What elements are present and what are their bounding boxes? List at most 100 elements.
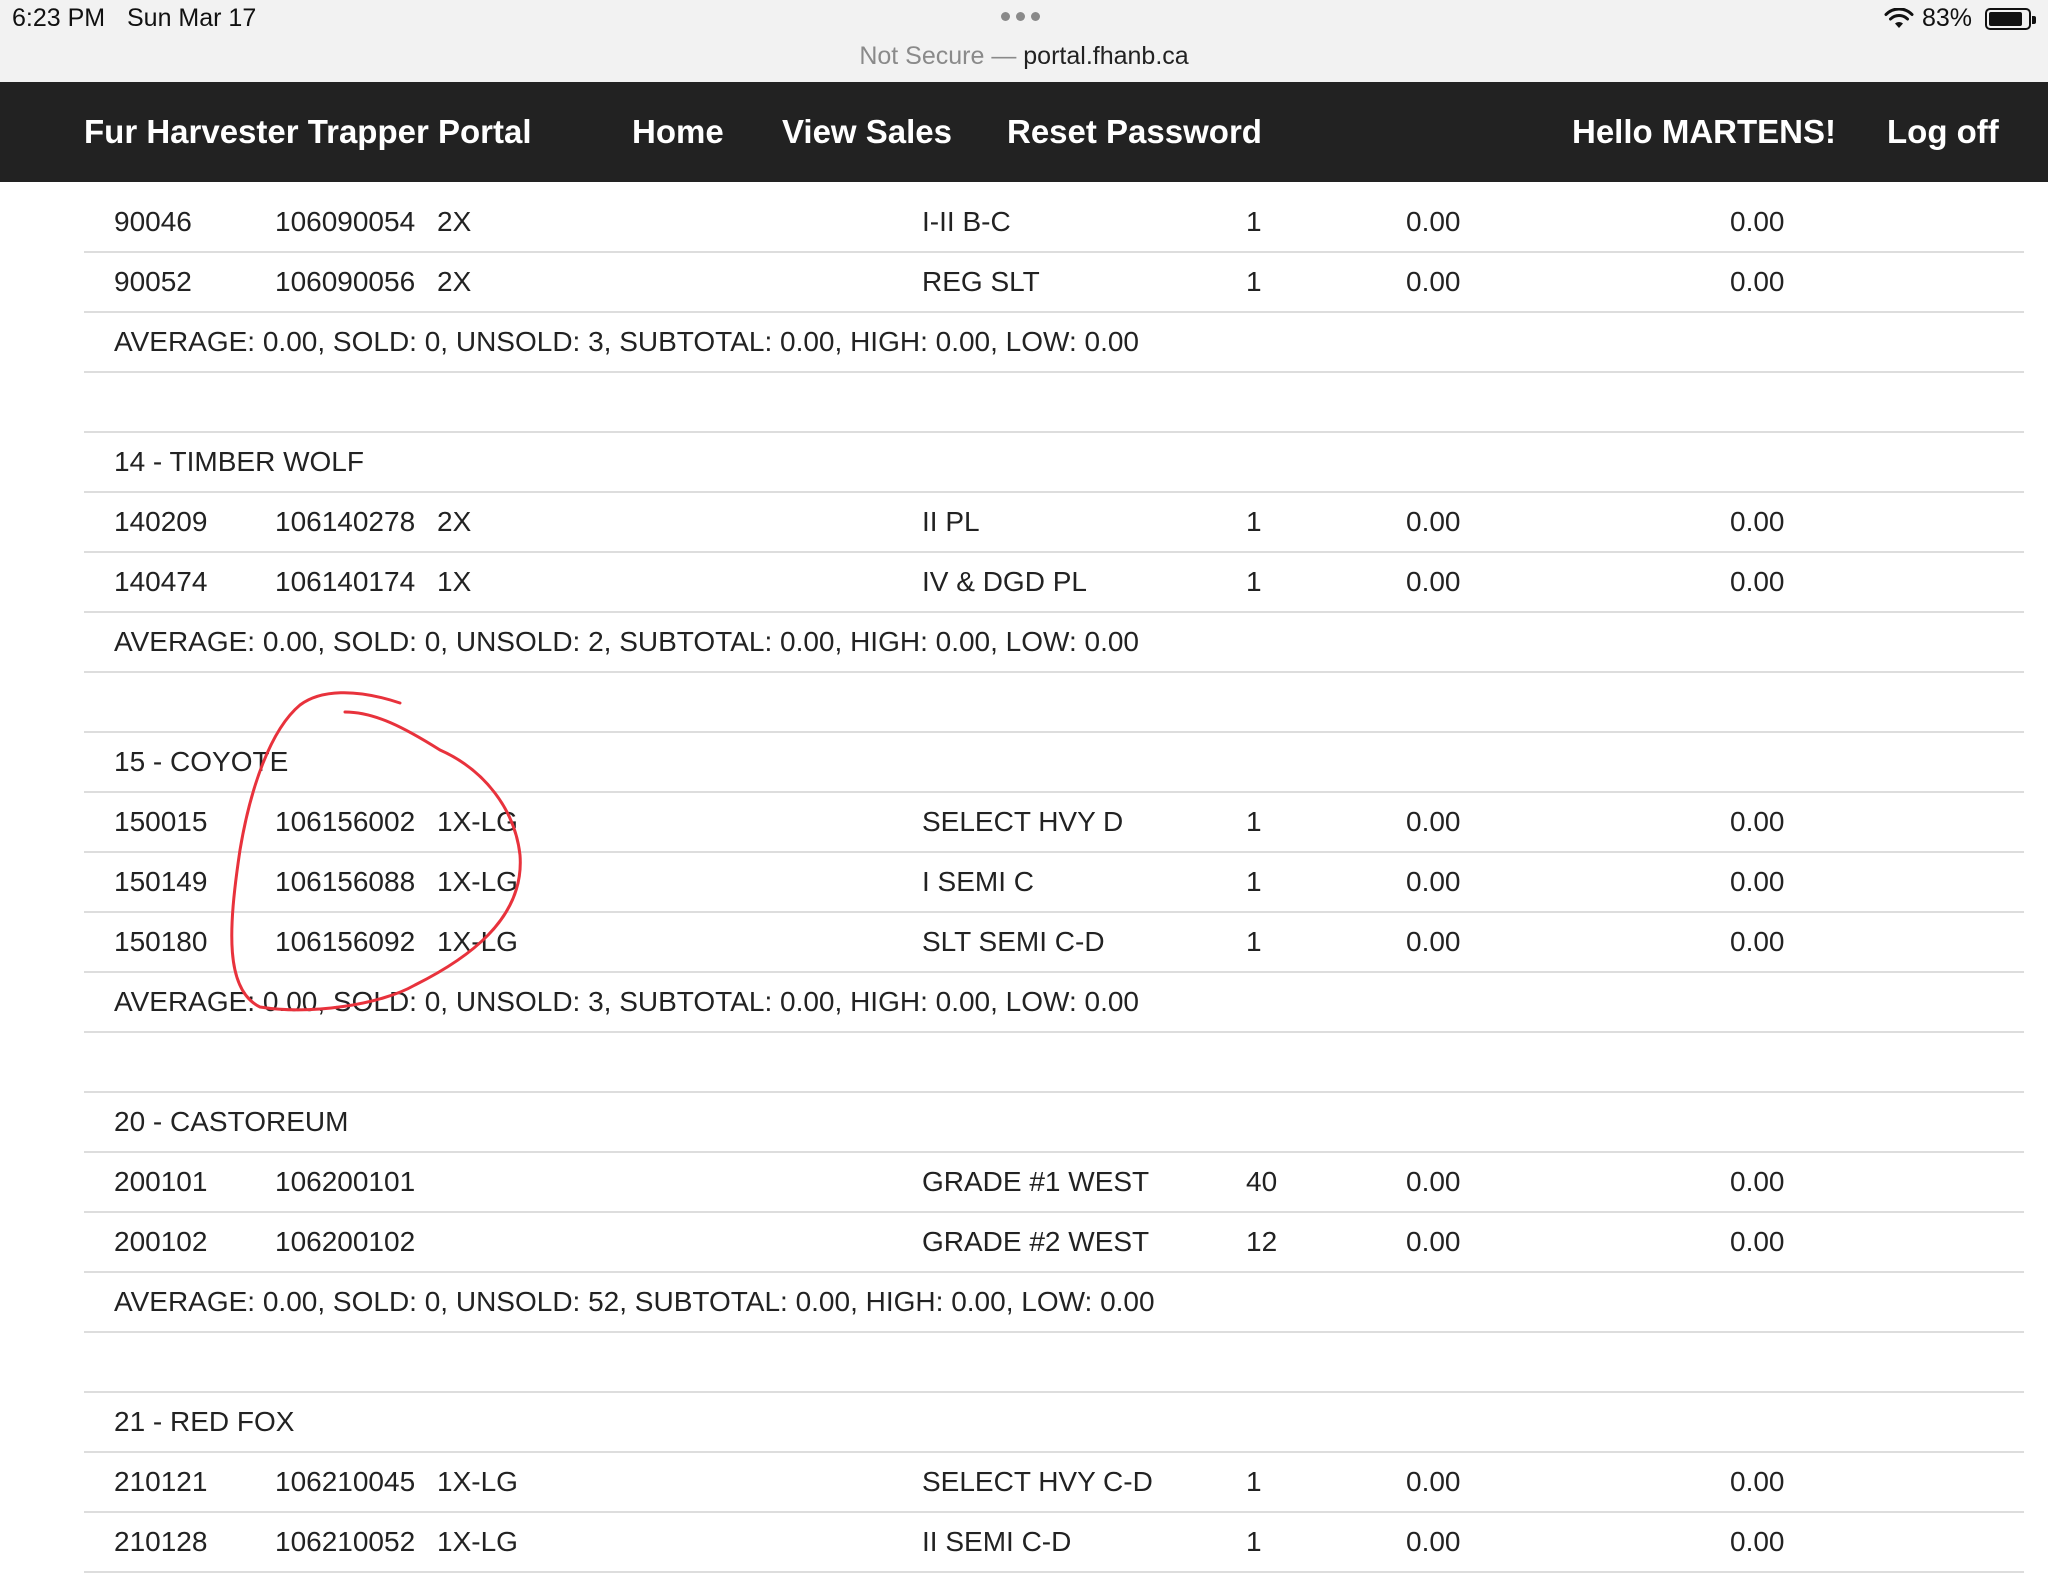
battery-percent: 83% bbox=[1922, 4, 1973, 32]
quantity-cell: 1 bbox=[1246, 1466, 1262, 1497]
size-cell: 1X-LG bbox=[437, 866, 518, 897]
lot-number-cell: 200101 bbox=[114, 1166, 208, 1197]
price-cell: 0.00 bbox=[1406, 1466, 1461, 1497]
tag-number-cell: 106090056 bbox=[275, 266, 416, 297]
grade-cell: I-II B-C bbox=[922, 206, 1011, 237]
species-title: 21 - RED FOX bbox=[114, 1406, 295, 1437]
total-cell: 0.00 bbox=[1730, 866, 1785, 897]
size-cell: 1X-LG bbox=[437, 1526, 518, 1557]
summary-row: AVERAGE: 0.00, SOLD: 0, UNSOLD: 2, SUBTO… bbox=[84, 613, 2024, 673]
price-cell: 0.00 bbox=[1406, 1526, 1461, 1557]
address-bar[interactable]: Not Secure — portal.fhanb.ca bbox=[0, 42, 2048, 71]
tag-number-cell: 106200101 bbox=[275, 1166, 416, 1197]
grade-cell: IV & DGD PL bbox=[922, 566, 1087, 597]
quantity-cell: 1 bbox=[1246, 1526, 1262, 1557]
tag-number-cell: 106090054 bbox=[275, 206, 416, 237]
tag-number-cell: 106140174 bbox=[275, 566, 416, 597]
species-title: 20 - CASTOREUM bbox=[114, 1106, 349, 1137]
quantity-cell: 1 bbox=[1246, 866, 1262, 897]
total-cell: 0.00 bbox=[1730, 506, 1785, 537]
total-cell: 0.00 bbox=[1730, 806, 1785, 837]
lot-number-cell: 210121 bbox=[114, 1466, 208, 1497]
price-cell: 0.00 bbox=[1406, 1166, 1461, 1197]
size-cell: 2X bbox=[437, 506, 472, 537]
table-row: 90052 106090056 2X REG SLT 1 0.00 0.00 bbox=[84, 253, 2024, 313]
total-cell: 0.00 bbox=[1730, 1526, 1785, 1557]
table-row: 150015 106156002 1X-LG SELECT HVY D 1 0.00 0.0… bbox=[84, 793, 2024, 853]
size-cell: 1X-LG bbox=[437, 926, 518, 957]
total-cell: 0.00 bbox=[1730, 1226, 1785, 1257]
logoff-link[interactable]: Log off bbox=[1887, 82, 1999, 182]
summary-text: AVERAGE: 0.00, SOLD: 0, UNSOLD: 3, SUBTO… bbox=[114, 986, 1140, 1017]
total-cell: 0.00 bbox=[1730, 926, 1785, 957]
status-time: 6:23 PM bbox=[12, 4, 106, 32]
table-row: 90046 106090054 2X I-II B-C 1 0.00 0.00 bbox=[84, 193, 2024, 253]
price-cell: 0.00 bbox=[1406, 1226, 1461, 1257]
size-cell: 1X-LG bbox=[437, 1466, 518, 1497]
table-row: 210128 106210052 1X-LG II SEMI C-D 1 0.00 0.00 bbox=[84, 1513, 2024, 1573]
more-dots-icon[interactable] bbox=[1001, 12, 1040, 21]
tag-number-cell: 106156088 bbox=[275, 866, 416, 897]
total-cell: 0.00 bbox=[1730, 266, 1785, 297]
price-cell: 0.00 bbox=[1406, 806, 1461, 837]
size-cell: 1X-LG bbox=[437, 806, 518, 837]
quantity-cell: 40 bbox=[1246, 1166, 1278, 1197]
table-row: 150149 106156088 1X-LG I SEMI C 1 0.00 0.00 bbox=[84, 853, 2024, 913]
battery-icon bbox=[1985, 8, 2036, 30]
summary-row: AVERAGE: 0.00, SOLD: 0, UNSOLD: 3, SUBTO… bbox=[84, 313, 2024, 373]
tag-number-cell: 106140278 bbox=[275, 506, 416, 537]
quantity-cell: 1 bbox=[1246, 926, 1262, 957]
sales-table: 90046 106090054 2X I-II B-C 1 0.00 0.00 90052 10… bbox=[84, 193, 2024, 1573]
section-spacer bbox=[84, 1333, 2024, 1393]
lot-number-cell: 150149 bbox=[114, 866, 208, 897]
size-cell: 2X bbox=[437, 266, 472, 297]
price-cell: 0.00 bbox=[1406, 266, 1461, 297]
summary-text: AVERAGE: 0.00, SOLD: 0, UNSOLD: 2, SUBTO… bbox=[114, 626, 1140, 657]
grade-cell: I SEMI C bbox=[922, 866, 1035, 897]
quantity-cell: 12 bbox=[1246, 1226, 1278, 1257]
grade-cell: II SEMI C-D bbox=[922, 1526, 1072, 1557]
top-navbar: Fur Harvester Trapper Portal Home View S… bbox=[0, 82, 2048, 182]
grade-cell: SELECT HVY C-D bbox=[922, 1466, 1153, 1497]
table-row: 200102 106200102 GRADE #2 WEST 12 0.00 0.00 bbox=[84, 1213, 2024, 1273]
total-cell: 0.00 bbox=[1730, 566, 1785, 597]
table-row: 200101 106200101 GRADE #1 WEST 40 0.00 0.00 bbox=[84, 1153, 2024, 1213]
table-row: 210121 106210045 1X-LG SELECT HVY C-D 1 0.00 0… bbox=[84, 1453, 2024, 1513]
species-header: 14 - TIMBER WOLF bbox=[84, 433, 2024, 493]
nav-reset-password[interactable]: Reset Password bbox=[1007, 82, 1262, 182]
table-row: 150180 106156092 1X-LG SLT SEMI C-D 1 0.00 0.0… bbox=[84, 913, 2024, 973]
tag-number-cell: 106210052 bbox=[275, 1526, 416, 1557]
total-cell: 0.00 bbox=[1730, 1166, 1785, 1197]
url-host: portal.fhanb.ca bbox=[1023, 42, 1189, 70]
quantity-cell: 1 bbox=[1246, 566, 1262, 597]
lot-number-cell: 150015 bbox=[114, 806, 208, 837]
nav-view-sales[interactable]: View Sales bbox=[782, 82, 952, 182]
species-header: 21 - RED FOX bbox=[84, 1393, 2024, 1453]
section-spacer bbox=[84, 673, 2024, 733]
grade-cell: II PL bbox=[922, 506, 980, 537]
quantity-cell: 1 bbox=[1246, 506, 1262, 537]
lot-number-cell: 90046 bbox=[114, 206, 192, 237]
quantity-cell: 1 bbox=[1246, 206, 1262, 237]
quantity-cell: 1 bbox=[1246, 266, 1262, 297]
not-secure-label: Not Secure — bbox=[859, 42, 1017, 70]
quantity-cell: 1 bbox=[1246, 806, 1262, 837]
species-header: 20 - CASTOREUM bbox=[84, 1093, 2024, 1153]
lot-number-cell: 90052 bbox=[114, 266, 192, 297]
table-row: 140474 106140174 1X IV & DGD PL 1 0.00 0.00 bbox=[84, 553, 2024, 613]
wifi-icon bbox=[1884, 8, 1914, 28]
species-header: 15 - COYOTE bbox=[84, 733, 2024, 793]
user-greeting[interactable]: Hello MARTENS! bbox=[1572, 82, 1836, 182]
nav-home[interactable]: Home bbox=[632, 82, 724, 182]
species-title: 15 - COYOTE bbox=[114, 746, 289, 777]
grade-cell: SELECT HVY D bbox=[922, 806, 1124, 837]
summary-text: AVERAGE: 0.00, SOLD: 0, UNSOLD: 3, SUBTO… bbox=[114, 326, 1140, 357]
tag-number-cell: 106200102 bbox=[275, 1226, 416, 1257]
brand-link[interactable]: Fur Harvester Trapper Portal bbox=[84, 82, 532, 182]
status-bar: 6:23 PM Sun Mar 17 Not Secure — portal.f… bbox=[0, 0, 2048, 82]
summary-row: AVERAGE: 0.00, SOLD: 0, UNSOLD: 52, SUBT… bbox=[84, 1273, 2024, 1333]
tag-number-cell: 106210045 bbox=[275, 1466, 416, 1497]
grade-cell: GRADE #2 WEST bbox=[922, 1226, 1150, 1257]
grade-cell: SLT SEMI C-D bbox=[922, 926, 1105, 957]
price-cell: 0.00 bbox=[1406, 506, 1461, 537]
